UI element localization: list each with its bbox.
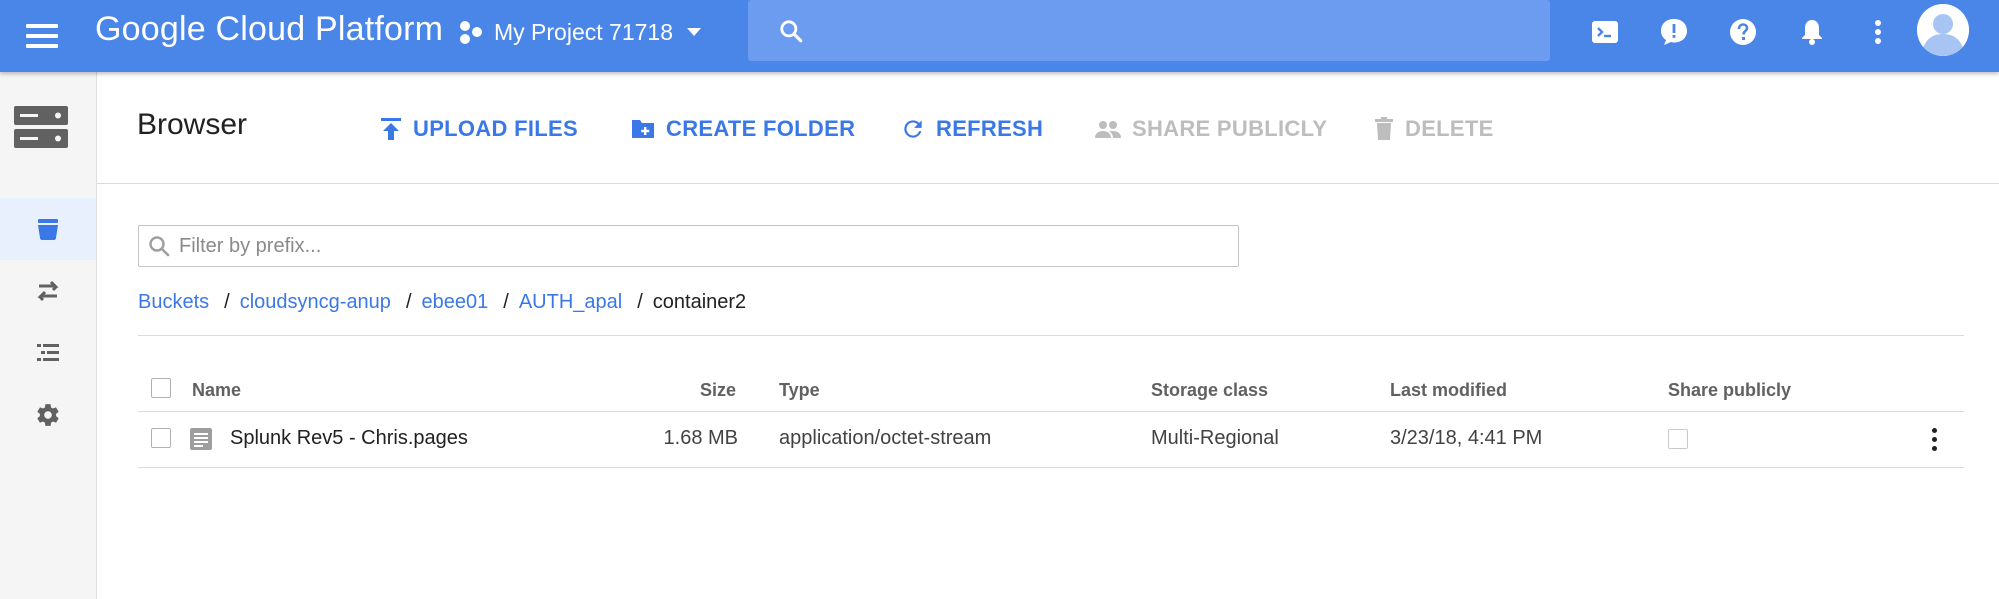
create-folder-icon <box>632 120 654 138</box>
breadcrumb-folder-auth[interactable]: AUTH_apal <box>519 291 622 314</box>
breadcrumb-separator: / <box>224 290 230 313</box>
search-icon <box>149 236 170 257</box>
file-type: application/octet-stream <box>779 427 992 449</box>
column-header-share-publicly[interactable]: Share publicly <box>1668 380 1791 401</box>
breadcrumb-buckets[interactable]: Buckets <box>138 291 209 314</box>
help-icon[interactable] <box>1727 16 1759 48</box>
table-header: Name Size Type Storage class Last modifi… <box>138 370 1964 412</box>
document-icon <box>190 428 212 450</box>
notifications-icon[interactable] <box>1796 16 1828 48</box>
transfer-icon[interactable] <box>0 260 96 322</box>
share-publicly-label: SHARE PUBLICLY <box>1132 116 1328 141</box>
more-vert-icon[interactable] <box>1862 16 1894 48</box>
product-title[interactable]: Google Cloud Platform <box>95 10 443 49</box>
filter-input[interactable] <box>179 230 1219 262</box>
create-folder-button[interactable]: CREATE FOLDER <box>630 112 855 146</box>
table-row[interactable]: Splunk Rev5 - Chris.pages 1.68 MB applic… <box>138 412 1964 468</box>
delete-label: DELETE <box>1405 116 1494 141</box>
share-publicly-checkbox[interactable] <box>1668 429 1688 449</box>
filter-box[interactable] <box>138 225 1239 267</box>
last-modified: 3/23/18, 4:41 PM <box>1390 427 1543 449</box>
breadcrumb-separator: / <box>503 290 509 313</box>
menu-icon[interactable] <box>24 18 60 54</box>
breadcrumb-bucket[interactable]: cloudsyncg-anup <box>240 291 391 314</box>
page-title: Browser <box>137 108 248 141</box>
column-header-size[interactable]: Size <box>700 380 736 401</box>
breadcrumb-folder-ebee01[interactable]: ebee01 <box>422 291 489 314</box>
refresh-label: REFRESH <box>936 116 1044 141</box>
share-publicly-button[interactable]: SHARE PUBLICLY <box>1094 112 1327 146</box>
settings-icon[interactable] <box>0 384 96 446</box>
action-bar: Browser UPLOAD FILES CREATE FOLDER REFRE… <box>97 72 1999 184</box>
people-icon <box>1095 121 1121 138</box>
create-folder-label: CREATE FOLDER <box>666 116 856 141</box>
upload-icon <box>381 118 401 140</box>
upload-files-label: UPLOAD FILES <box>413 116 578 141</box>
breadcrumb-separator: / <box>405 290 412 313</box>
storage-class: Multi-Regional <box>1151 427 1279 449</box>
storage-product-icon[interactable] <box>0 72 96 182</box>
column-header-name[interactable]: Name <box>192 380 241 401</box>
project-icon <box>460 21 482 44</box>
select-all-checkbox[interactable] <box>151 378 171 398</box>
refresh-button[interactable]: REFRESH <box>900 112 1043 146</box>
bucket-icon[interactable] <box>0 198 96 260</box>
breadcrumb-current: container2 <box>652 290 747 313</box>
cloud-shell-icon[interactable] <box>1589 16 1621 48</box>
avatar[interactable] <box>1917 4 1969 56</box>
file-size: 1.68 MB <box>663 427 738 449</box>
column-header-type[interactable]: Type <box>779 380 820 401</box>
project-name: My Project 71718 <box>494 18 673 45</box>
feedback-icon[interactable] <box>1658 16 1690 48</box>
chevron-down-icon <box>686 28 701 36</box>
more-vert-icon[interactable] <box>1925 426 1945 454</box>
breadcrumb: Buckets / cloudsyncg-anup / ebee01 / AUT… <box>138 288 746 316</box>
row-select-checkbox[interactable] <box>151 428 171 448</box>
top-app-bar: Google Cloud Platform My Project 71718 <box>0 0 1999 72</box>
trash-icon <box>1375 117 1393 140</box>
divider <box>138 335 1964 336</box>
column-header-last-modified[interactable]: Last modified <box>1390 380 1507 401</box>
file-name-link[interactable]: Splunk Rev5 - Chris.pages <box>230 427 468 450</box>
refresh-icon <box>904 120 922 138</box>
breadcrumb-separator: / <box>637 290 643 313</box>
column-header-storage-class[interactable]: Storage class <box>1151 380 1268 401</box>
left-nav-rail <box>0 72 97 599</box>
transfer-appliance-icon[interactable] <box>0 322 96 384</box>
project-selector[interactable]: My Project 71718 <box>458 15 701 49</box>
search-input[interactable] <box>828 12 1528 48</box>
delete-button[interactable]: DELETE <box>1373 112 1494 146</box>
upload-files-button[interactable]: UPLOAD FILES <box>379 112 578 146</box>
search-bar[interactable] <box>748 0 1550 61</box>
search-icon <box>780 20 803 43</box>
